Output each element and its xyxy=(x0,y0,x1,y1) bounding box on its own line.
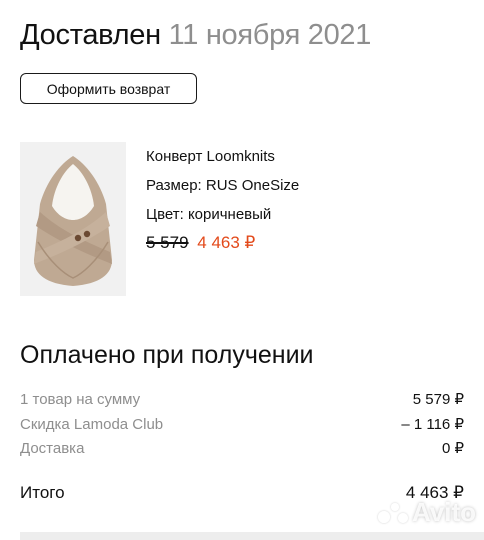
summary-row-discount: Скидка Lamoda Club – 1 116 ₽ xyxy=(20,415,464,435)
product-color: Цвет: коричневый xyxy=(146,206,272,223)
product-size: Размер: RUS OneSize xyxy=(146,177,300,194)
summary-row-delivery: Доставка 0 ₽ xyxy=(20,439,464,459)
summary-value: 0 ₽ xyxy=(441,440,464,457)
summary-value: – 1 116 ₽ xyxy=(401,416,464,433)
delivery-date: 11 ноября 2021 xyxy=(168,19,372,51)
product-image[interactable] xyxy=(20,142,126,296)
product-name[interactable]: Конверт Loomknits xyxy=(146,142,299,171)
summary-label: Скидка Lamoda Club xyxy=(20,416,164,433)
summary-row-subtotal: 1 товар на сумму 5 579 ₽ xyxy=(20,390,464,410)
summary-label: Доставка xyxy=(20,440,85,457)
avito-dots-icon xyxy=(377,501,408,525)
next-section-edge xyxy=(20,532,484,540)
summary-label: 1 товар на сумму xyxy=(20,391,141,408)
return-button[interactable]: Оформить возврат xyxy=(20,73,197,104)
total-label: Итого xyxy=(20,483,65,502)
order-status-heading: Доставлен 11 ноября 2021 xyxy=(20,16,371,54)
old-price: 5 579 xyxy=(146,233,189,252)
summary-value: 5 579 ₽ xyxy=(412,391,464,408)
avito-watermark-text: Avito xyxy=(411,497,476,527)
new-price: 4 463 ₽ xyxy=(197,233,256,252)
product-price: 5 579 4 463 ₽ xyxy=(146,228,299,258)
avito-watermark: Avito xyxy=(377,497,476,528)
knit-envelope-picture xyxy=(20,142,126,296)
product-info: Конверт Loomknits Размер: RUS OneSize Цв… xyxy=(146,142,299,258)
payment-title: Оплачено при получении xyxy=(20,341,314,369)
order-status: Доставлен xyxy=(20,19,161,51)
